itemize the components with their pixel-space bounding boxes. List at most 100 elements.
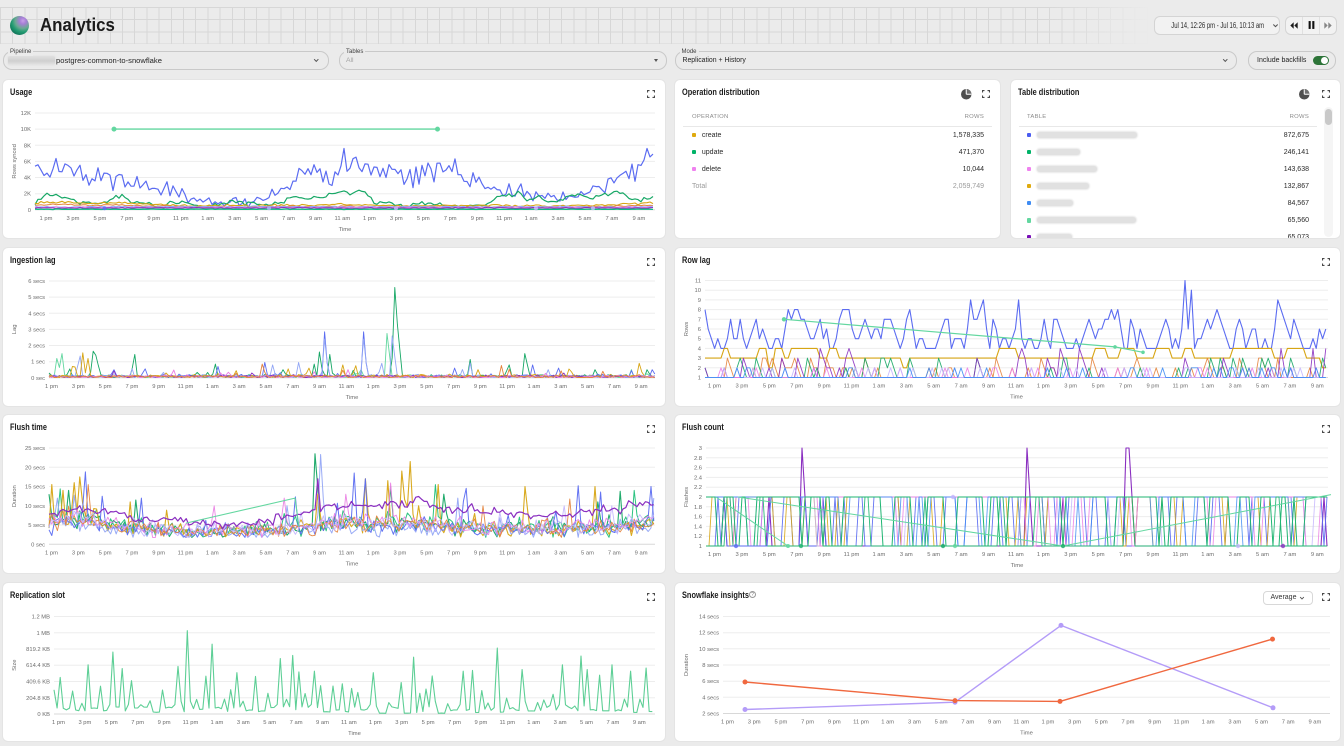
svg-text:7 am: 7 am: [290, 720, 303, 726]
svg-text:5 pm: 5 pm: [1092, 383, 1105, 389]
svg-text:3 am: 3 am: [233, 550, 246, 556]
svg-text:1 am: 1 am: [872, 383, 885, 389]
svg-text:3 pm: 3 pm: [1064, 552, 1077, 558]
svg-text:9 pm: 9 pm: [147, 216, 160, 222]
svg-text:5 am: 5 am: [927, 383, 940, 389]
svg-text:1.2 MB: 1.2 MB: [32, 614, 50, 620]
svg-text:11: 11: [695, 278, 701, 284]
svg-text:7 pm: 7 pm: [448, 720, 461, 726]
svg-text:7 pm: 7 pm: [801, 719, 814, 725]
svg-text:11 pm: 11 pm: [183, 720, 199, 726]
svg-text:1 am: 1 am: [206, 550, 219, 556]
svg-text:3 am: 3 am: [554, 550, 567, 556]
svg-text:1 am: 1 am: [210, 720, 223, 726]
svg-text:5 am: 5 am: [263, 720, 276, 726]
svg-text:12 secs: 12 secs: [699, 630, 719, 636]
svg-text:5 pm: 5 pm: [763, 383, 776, 389]
svg-text:819.2 KB: 819.2 KB: [26, 647, 50, 653]
svg-text:1 pm: 1 pm: [45, 383, 58, 389]
svg-text:2.4: 2.4: [694, 475, 703, 481]
svg-text:10: 10: [695, 288, 701, 294]
svg-text:10K: 10K: [21, 127, 31, 133]
svg-text:11 pm: 11 pm: [1174, 719, 1190, 725]
svg-text:5 am: 5 am: [581, 550, 594, 556]
svg-text:3 secs: 3 secs: [28, 327, 45, 333]
svg-text:5: 5: [698, 336, 701, 342]
svg-text:2.2: 2.2: [694, 485, 702, 491]
svg-text:9 am: 9 am: [635, 550, 648, 556]
svg-text:5 am: 5 am: [259, 383, 272, 389]
svg-text:11 pm: 11 pm: [844, 383, 860, 389]
svg-text:3 am: 3 am: [908, 719, 921, 725]
svg-text:9 pm: 9 pm: [1146, 552, 1159, 558]
svg-text:4 secs: 4 secs: [28, 311, 45, 317]
svg-text:0 sec: 0 sec: [31, 375, 45, 381]
svg-text:11 pm: 11 pm: [844, 552, 860, 558]
svg-text:20 secs: 20 secs: [25, 465, 45, 471]
svg-text:1 am: 1 am: [881, 719, 894, 725]
svg-text:7 pm: 7 pm: [447, 550, 460, 556]
svg-text:9 pm: 9 pm: [471, 216, 484, 222]
svg-text:1 am: 1 am: [527, 720, 540, 726]
svg-text:0 sec: 0 sec: [31, 542, 45, 548]
svg-text:11 pm: 11 pm: [499, 383, 515, 389]
svg-text:1 pm: 1 pm: [40, 216, 53, 222]
svg-text:9 am: 9 am: [635, 383, 648, 389]
svg-text:1.2: 1.2: [694, 534, 702, 540]
svg-text:2 secs: 2 secs: [702, 711, 719, 717]
svg-text:1 am: 1 am: [201, 216, 214, 222]
svg-text:3 am: 3 am: [900, 383, 913, 389]
svg-text:11 pm: 11 pm: [1172, 552, 1188, 558]
svg-text:5 secs: 5 secs: [28, 523, 45, 529]
svg-text:1 pm: 1 pm: [721, 719, 734, 725]
svg-text:7: 7: [698, 317, 701, 323]
svg-text:1 pm: 1 pm: [367, 383, 380, 389]
svg-text:5 am: 5 am: [935, 719, 948, 725]
svg-text:2: 2: [699, 495, 702, 501]
svg-text:1.4: 1.4: [694, 524, 703, 530]
svg-text:7 pm: 7 pm: [447, 383, 460, 389]
svg-text:3 pm: 3 pm: [393, 550, 406, 556]
svg-text:9 am: 9 am: [316, 720, 329, 726]
svg-text:7 pm: 7 pm: [131, 720, 144, 726]
svg-text:9 pm: 9 pm: [158, 720, 171, 726]
svg-text:2: 2: [698, 365, 701, 371]
svg-text:1 pm: 1 pm: [52, 720, 65, 726]
svg-text:Time: Time: [339, 227, 352, 233]
svg-text:5 pm: 5 pm: [1092, 552, 1105, 558]
svg-text:Duration: Duration: [684, 654, 690, 676]
svg-text:Flushes: Flushes: [684, 487, 690, 507]
svg-text:9 pm: 9 pm: [152, 550, 165, 556]
svg-text:5 pm: 5 pm: [93, 216, 106, 222]
svg-text:3 pm: 3 pm: [735, 383, 748, 389]
svg-text:Lag: Lag: [12, 324, 18, 334]
svg-text:9 am: 9 am: [1308, 719, 1321, 725]
svg-text:3 pm: 3 pm: [72, 550, 85, 556]
svg-text:14 secs: 14 secs: [699, 614, 719, 620]
svg-text:3 am: 3 am: [554, 383, 567, 389]
svg-text:1 sec: 1 sec: [31, 359, 45, 365]
svg-text:9 am: 9 am: [313, 383, 326, 389]
svg-text:3 am: 3 am: [1229, 552, 1242, 558]
svg-text:9 am: 9 am: [988, 719, 1001, 725]
svg-text:7 pm: 7 pm: [1119, 552, 1132, 558]
svg-text:4 secs: 4 secs: [702, 695, 719, 701]
svg-text:1 am: 1 am: [872, 552, 885, 558]
svg-text:3 pm: 3 pm: [1064, 383, 1077, 389]
svg-text:11 pm: 11 pm: [499, 720, 515, 726]
svg-text:1 pm: 1 pm: [45, 550, 58, 556]
svg-text:3 am: 3 am: [228, 216, 241, 222]
svg-text:3 am: 3 am: [1228, 719, 1241, 725]
svg-text:11 pm: 11 pm: [853, 719, 869, 725]
svg-text:11 am: 11 am: [1008, 383, 1024, 389]
svg-text:9 am: 9 am: [633, 720, 646, 726]
svg-text:4K: 4K: [24, 176, 31, 182]
svg-text:12K: 12K: [21, 111, 31, 117]
svg-text:11 am: 11 am: [341, 720, 357, 726]
svg-text:7 am: 7 am: [961, 719, 974, 725]
svg-text:6 secs: 6 secs: [702, 679, 719, 685]
svg-text:3: 3: [699, 446, 702, 452]
svg-text:7 am: 7 am: [608, 383, 621, 389]
svg-text:8: 8: [698, 307, 701, 313]
svg-text:1 am: 1 am: [527, 550, 540, 556]
